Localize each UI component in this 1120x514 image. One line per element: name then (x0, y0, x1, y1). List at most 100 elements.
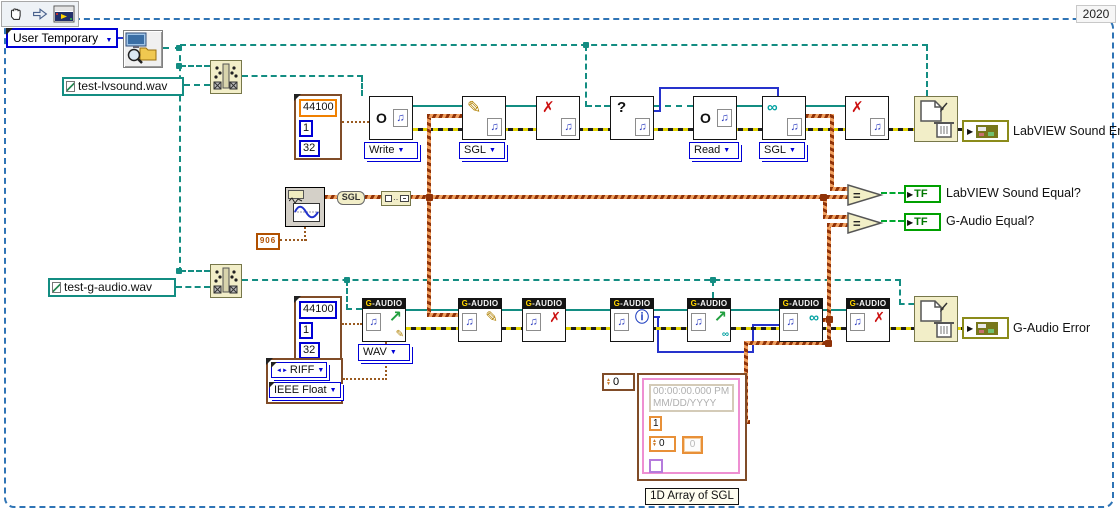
channels-constant[interactable]: 1 (299, 120, 313, 137)
wire-refnum (737, 105, 762, 107)
sound-format-cluster-bottom[interactable]: 44100 1 32 (294, 296, 342, 362)
sound-file-icon: ♫ (635, 118, 650, 136)
open-mode-selector[interactable]: Write▼ (364, 142, 418, 159)
read-mode-selector[interactable]: Read▼ (689, 142, 739, 159)
sound-close-node-2[interactable]: ✗ ♫ (845, 96, 889, 140)
timestamp-display[interactable]: 00:00:00.000 PM MM/DD/YYYY (649, 384, 734, 412)
wire-array-to-write (427, 114, 462, 118)
sound-file-info-node[interactable]: ? ♫ (610, 96, 654, 140)
pan-hand-icon[interactable] (4, 3, 28, 25)
constant-fold (6, 28, 13, 35)
gaudio-close-node-2[interactable]: G-AUDIO ♫ ✗ (846, 298, 890, 342)
wire-path-to-info (585, 45, 587, 107)
wire-junction (710, 277, 716, 283)
wire-bool1 (881, 192, 904, 194)
timestamp-time: 00:00:00.000 PM (653, 386, 729, 397)
spinner-icon[interactable]: ▲▼ (606, 378, 611, 386)
chevron-down-icon: ▼ (105, 37, 112, 44)
gaudio-read-node[interactable]: G-AUDIO ♫ ∞ (779, 298, 823, 342)
ga-error-terminal[interactable]: ▶ (962, 317, 1009, 339)
equal-node-2[interactable]: = (846, 211, 884, 235)
y-array-element[interactable]: 0 (682, 436, 703, 454)
gaudio-open-read-node[interactable]: G-AUDIO ♫ ↗ ∞ (687, 298, 731, 342)
wire-samples-up (659, 87, 661, 112)
gaudio-banner: G-AUDIO (459, 299, 501, 309)
delete-file-node-1[interactable] (914, 96, 958, 142)
vi-snippet-icon[interactable] (52, 3, 76, 25)
wire-junction (826, 316, 833, 323)
frequency-constant[interactable]: 906 (256, 233, 280, 250)
sample-format-ring[interactable]: IEEE Float▼ (269, 382, 341, 398)
lv-sound-equal-terminal[interactable]: ▶ TF (904, 185, 941, 203)
get-system-directory-node[interactable] (123, 30, 163, 68)
wire-refnum (502, 309, 522, 311)
wire-gsamples-in (752, 324, 780, 326)
container-format-ring[interactable]: ◄►RIFF▼ (271, 362, 327, 378)
delete-file-node-2[interactable] (914, 296, 958, 342)
array-index-control[interactable]: ▲▼0 (602, 373, 635, 391)
sound-file-icon: ♫ (366, 313, 381, 331)
sound-format-cluster-top[interactable]: 44100 1 32 (294, 94, 342, 160)
gaudio-info-node[interactable]: G-AUDIO ♫ ⓘ (610, 298, 654, 342)
y-index-value: 0 (659, 438, 665, 449)
lv-path-constant[interactable]: test-lvsound.wav (62, 77, 184, 96)
attributes-box[interactable] (649, 459, 663, 473)
build-array-node[interactable]: ‥ (381, 191, 411, 206)
constant-fold (271, 362, 277, 368)
sample-rate-constant[interactable]: 44100 (299, 99, 337, 117)
sound-file-icon: ♫ (614, 313, 629, 331)
sound-read-node[interactable]: ∞ ♫ (762, 96, 806, 140)
write-type-selector[interactable]: SGL▼ (459, 142, 505, 159)
dt-display[interactable]: 1 (649, 416, 662, 431)
build-path-node-1[interactable] (210, 60, 242, 94)
chevron-down-icon: ▼ (489, 147, 496, 154)
base-directory-ring[interactable]: User Temporary ▼ (6, 28, 118, 48)
lv-sound-error-terminal[interactable]: ▶ (962, 120, 1009, 142)
path-type-icon (52, 282, 61, 293)
wire-format-bottom (342, 323, 362, 325)
bits-constant[interactable]: 32 (299, 342, 320, 359)
wire-junction (825, 340, 832, 347)
equal-node-1[interactable]: = (846, 183, 884, 207)
read-type-selector[interactable]: SGL▼ (759, 142, 805, 159)
gaudio-close-node-1[interactable]: G-AUDIO ♫ ✗ (522, 298, 566, 342)
waveform-mini-icon (288, 190, 304, 199)
sound-close-node-1[interactable]: ✗ ♫ (536, 96, 580, 140)
quick-arrow-icon: ↗ (714, 310, 727, 326)
ga-equal-terminal[interactable]: ▶ TF (904, 213, 941, 231)
wire-gapath-in (176, 286, 210, 288)
wire-g1-drop (346, 280, 348, 310)
build-path-node-2[interactable] (210, 264, 242, 298)
gaudio-banner: G-AUDIO (688, 299, 730, 309)
open-glyph: O (376, 111, 387, 125)
sine-waveform-node[interactable] (285, 187, 325, 227)
version-badge: 2020 (1076, 5, 1116, 23)
question-icon: ? (617, 100, 626, 115)
channels-constant[interactable]: 1 (299, 322, 313, 339)
gaudio-open-write-node[interactable]: G-AUDIO ♫ ↗ ✎ (362, 298, 406, 342)
open-mode-value: Write (369, 144, 394, 156)
sound-open-read-node[interactable]: O ♫ (693, 96, 737, 140)
forward-arrow-icon[interactable] (28, 3, 52, 25)
tf-glyph: TF (914, 188, 927, 200)
wire-delete2-drop (899, 280, 901, 305)
ga-file-type-selector[interactable]: WAV▼ (358, 344, 410, 361)
gaudio-write-node[interactable]: G-AUDIO ♫ ✎ (458, 298, 502, 342)
wire-bp1-in1 (180, 65, 210, 67)
ga-path-constant[interactable]: test-g-audio.wav (48, 278, 176, 297)
wire-delete2-stub (899, 303, 914, 305)
sound-file-icon: ♫ (870, 118, 885, 136)
bits-constant[interactable]: 32 (299, 140, 320, 157)
sample-rate-constant[interactable]: 44100 (299, 301, 337, 319)
build-path-icon (211, 265, 241, 297)
sound-write-node[interactable]: ✎ ♫ (462, 96, 506, 140)
equals-glyph: = (853, 216, 861, 231)
y-array-index[interactable]: ▲▼0 (649, 436, 676, 452)
spinner-icon[interactable]: ▲▼ (652, 439, 657, 447)
wire-refnum (413, 105, 462, 107)
sound-open-write-node[interactable]: O ♫ (369, 96, 413, 140)
to-sgl-coercion[interactable]: SGL (337, 191, 365, 205)
wire-array-to-gwrite (427, 313, 458, 317)
wire-bp2-in1 (180, 270, 210, 272)
waveform-array-indicator[interactable]: 00:00:00.000 PM MM/DD/YYYY 1 ▲▼0 0 (637, 373, 747, 481)
